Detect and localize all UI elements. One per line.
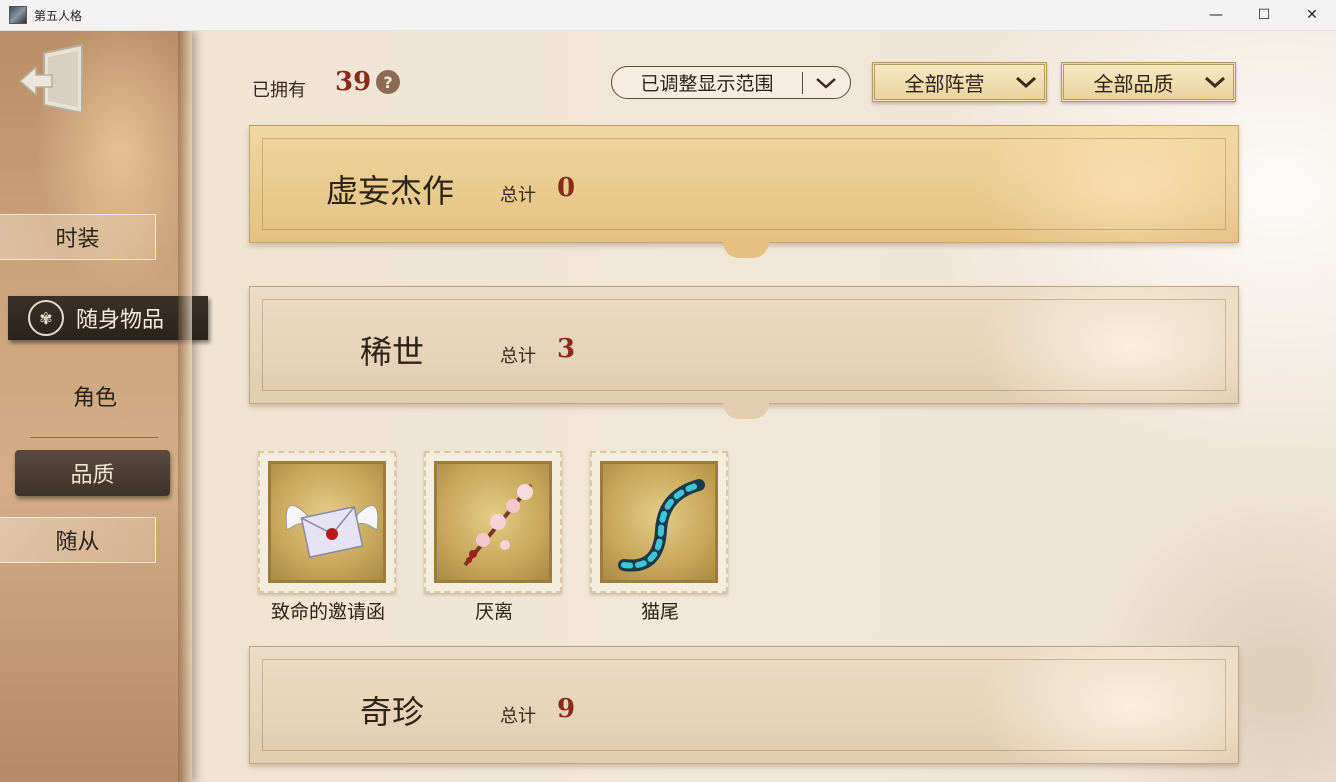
app-icon xyxy=(9,6,27,24)
banner-notch xyxy=(723,242,769,258)
help-icon[interactable]: ? xyxy=(376,70,400,94)
stamp-face xyxy=(434,461,552,583)
stamp-face xyxy=(268,461,386,583)
minimize-button[interactable]: — xyxy=(1192,0,1240,30)
category-total-value: 9 xyxy=(557,694,576,724)
category-name: 稀世 xyxy=(360,333,425,371)
tab-accessories-label: 随身物品 xyxy=(76,308,165,333)
item-name: 致命的邀请函 xyxy=(270,601,385,623)
faction-filter-label: 全部阵营 xyxy=(904,71,985,96)
display-range-label: 已调整显示范围 xyxy=(640,73,774,95)
tab-costume-label: 时装 xyxy=(55,227,100,252)
quality-filter-label: 全部品质 xyxy=(1093,71,1174,96)
tab-follower-label: 随从 xyxy=(55,530,100,555)
category-total-value: 3 xyxy=(557,334,576,364)
item-name: 猫尾 xyxy=(640,601,679,623)
window-title: 第五人格 xyxy=(34,8,83,23)
stamp-face xyxy=(600,461,718,583)
category-name: 奇珍 xyxy=(360,693,425,731)
item-card[interactable]: 猫尾 xyxy=(590,451,730,624)
display-range-button[interactable]: 已调整显示范围 xyxy=(611,66,851,99)
category-banner-rare[interactable]: 稀世 总计 3 xyxy=(249,286,1239,404)
chevron-down-icon xyxy=(1197,73,1233,92)
item-card[interactable]: 厌离 xyxy=(424,451,564,624)
category-total-label: 总计 xyxy=(500,706,536,727)
item-stamp xyxy=(424,451,562,593)
window-titlebar: 第五人格 — ☐ ✕ xyxy=(0,0,1336,31)
subtab-quality[interactable]: 品质 xyxy=(15,450,170,496)
cat-tail-icon xyxy=(618,479,705,572)
chevron-down-icon xyxy=(1008,73,1044,92)
winged-letter-icon xyxy=(285,504,379,559)
sidebar-divider xyxy=(30,437,158,438)
close-button[interactable]: ✕ xyxy=(1288,0,1336,30)
item-name: 厌离 xyxy=(474,601,513,623)
tab-costume[interactable]: 时装 xyxy=(0,214,156,260)
quality-filter-dropdown[interactable]: 全部品质 xyxy=(1061,62,1236,102)
chevron-down-icon xyxy=(803,77,849,89)
exit-door-icon[interactable] xyxy=(18,43,86,117)
maximize-button[interactable]: ☐ xyxy=(1240,0,1288,30)
game-viewport: 时装 ✾ 随身物品 角色 品质 随从 已拥有 39 ? 已调整显示范围 全部阵营 xyxy=(0,31,1336,782)
category-name: 虚妄杰作 xyxy=(326,172,455,210)
owned-label: 已拥有 xyxy=(252,80,306,101)
sidebar-edge xyxy=(178,31,192,782)
category-total-label: 总计 xyxy=(500,185,536,206)
faction-filter-dropdown[interactable]: 全部阵营 xyxy=(872,62,1047,102)
item-stamp xyxy=(590,451,728,593)
subtab-character[interactable]: 角色 xyxy=(30,376,160,416)
blossom-branch-icon xyxy=(463,483,533,567)
category-total-label: 总计 xyxy=(500,346,536,367)
sidebar: 时装 ✾ 随身物品 角色 品质 随从 xyxy=(0,31,208,782)
item-stamp xyxy=(258,451,396,593)
tab-follower[interactable]: 随从 xyxy=(0,517,156,563)
category-banner-treasure[interactable]: 奇珍 总计 9 xyxy=(249,646,1239,764)
banner-notch xyxy=(723,403,769,419)
window-controls: — ☐ ✕ xyxy=(1192,0,1336,30)
category-total-value: 0 xyxy=(557,173,576,203)
owned-count: 39 xyxy=(335,67,372,97)
subtab-quality-label: 品质 xyxy=(70,463,115,488)
subtab-character-label: 角色 xyxy=(72,386,117,411)
emblem-icon: ✾ xyxy=(28,300,64,336)
category-banner-masterpiece[interactable]: 虚妄杰作 总计 0 xyxy=(249,125,1239,243)
item-card[interactable]: 致命的邀请函 xyxy=(258,451,398,624)
